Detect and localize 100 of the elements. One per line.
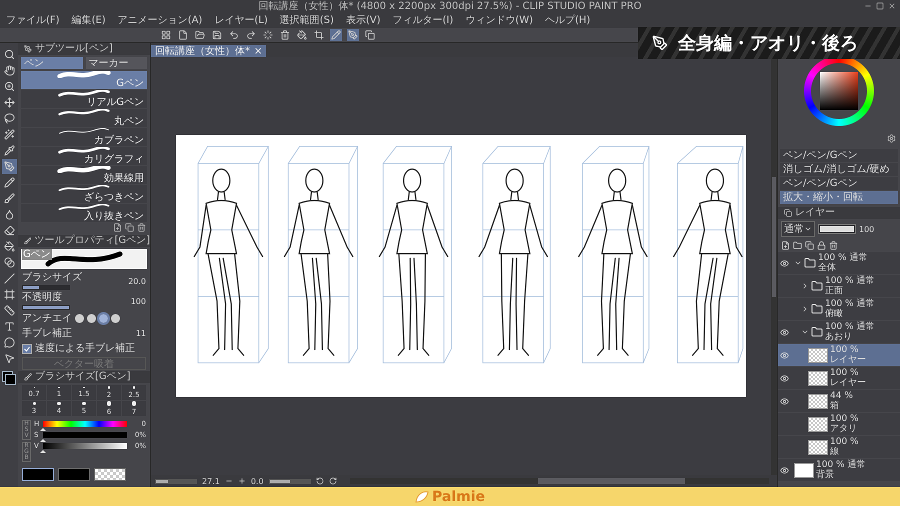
brush-item[interactable]: ざらつきペン xyxy=(21,185,147,203)
menu-item[interactable]: ファイル(F) xyxy=(6,14,60,27)
grid-icon[interactable] xyxy=(160,29,172,41)
eraser-icon[interactable] xyxy=(2,223,16,238)
horizontal-scrollbar[interactable] xyxy=(350,478,769,484)
checkbox[interactable] xyxy=(22,344,32,354)
new-file-icon[interactable] xyxy=(177,29,189,41)
brush-item[interactable]: カリグラフィ xyxy=(21,147,147,165)
color-swatch[interactable] xyxy=(22,468,54,481)
layer-row[interactable]: 100 % 通常 背景 xyxy=(778,459,900,481)
slider-thumb[interactable] xyxy=(40,450,46,453)
history-item[interactable]: ペン/ペン/Gペン xyxy=(780,149,898,162)
caret-icon[interactable] xyxy=(801,282,809,290)
antialias-option[interactable] xyxy=(75,314,84,323)
lock-icon[interactable] xyxy=(817,241,826,250)
hand-icon[interactable] xyxy=(2,63,16,78)
lasso-icon[interactable] xyxy=(2,111,16,126)
crop-icon[interactable] xyxy=(313,29,325,41)
gradient-icon[interactable] xyxy=(2,255,16,270)
eye-icon[interactable] xyxy=(778,258,790,268)
paint-bucket-icon[interactable] xyxy=(2,239,16,254)
eye-icon[interactable] xyxy=(778,350,790,360)
layer-row[interactable]: 100 % レイヤー xyxy=(778,344,900,366)
redo-icon[interactable] xyxy=(245,29,257,41)
zoom-in-icon[interactable] xyxy=(238,477,246,485)
folder-icon[interactable] xyxy=(194,29,206,41)
layer-row[interactable]: 100 % レイヤー xyxy=(778,367,900,389)
brush-item[interactable]: 入り抜きペン xyxy=(21,204,147,222)
move-icon[interactable] xyxy=(2,95,16,110)
antialias-option[interactable] xyxy=(87,314,96,323)
brush-item[interactable]: カブラペン xyxy=(21,128,147,146)
property-value[interactable]: 20.0 xyxy=(128,276,146,286)
rotate-right-icon[interactable] xyxy=(328,477,337,485)
brush-item[interactable]: 丸ペン xyxy=(21,109,147,127)
main-sub-color-icon[interactable] xyxy=(2,371,16,385)
layer-row[interactable]: 100 % 線 xyxy=(778,436,900,458)
rotation-slider[interactable] xyxy=(268,478,311,484)
menu-item[interactable]: ウィンドウ(W) xyxy=(465,14,533,27)
brush-item[interactable]: リアルGペン xyxy=(21,90,147,108)
trash-icon[interactable] xyxy=(137,223,146,232)
layer-row[interactable]: 100 % 通常 正面 xyxy=(778,275,900,297)
folder-icon[interactable] xyxy=(793,241,802,250)
layer-row[interactable]: 100 % 通常 全体 xyxy=(778,252,900,274)
magic-wand-icon[interactable] xyxy=(2,127,16,142)
save-icon[interactable] xyxy=(211,29,223,41)
brush-item[interactable]: Gペン xyxy=(21,71,147,89)
pen-icon[interactable] xyxy=(347,29,359,41)
document-tab[interactable]: 回転講座（女性）体* × xyxy=(151,45,266,57)
spinner-icon[interactable] xyxy=(262,29,274,41)
zoom-slider[interactable] xyxy=(155,478,197,484)
pen-icon[interactable] xyxy=(2,159,16,174)
caret-icon[interactable] xyxy=(794,259,802,267)
property-value[interactable]: 100 xyxy=(130,296,146,306)
menu-item[interactable]: アニメーション(A) xyxy=(118,14,202,27)
copy-icon[interactable] xyxy=(805,241,814,250)
menu-item[interactable]: 表示(V) xyxy=(346,14,381,27)
eye-icon[interactable] xyxy=(778,396,790,406)
property-value[interactable]: 11 xyxy=(136,329,146,338)
settings-icon[interactable] xyxy=(887,134,896,143)
color-swatch[interactable] xyxy=(58,468,90,481)
zoom-value[interactable]: 27.1 xyxy=(202,476,220,486)
copy-icon[interactable] xyxy=(364,29,376,41)
angle-value[interactable]: 0.0 xyxy=(250,476,264,486)
layer-row[interactable]: 100 % アタリ xyxy=(778,413,900,435)
caret-icon[interactable] xyxy=(801,328,809,336)
eye-icon[interactable] xyxy=(778,374,790,382)
close-icon[interactable] xyxy=(888,2,896,10)
menu-item[interactable]: ヘルプ(H) xyxy=(545,14,590,27)
brush-icon[interactable] xyxy=(2,191,16,206)
blend-mode-select[interactable]: 通常 xyxy=(781,221,815,237)
layer-row[interactable]: 100 % 通常 俯瞰 xyxy=(778,298,900,320)
canvas-paper[interactable] xyxy=(176,135,746,397)
pencil-icon[interactable] xyxy=(330,29,342,41)
antialias-option[interactable] xyxy=(111,314,120,323)
undo-icon[interactable] xyxy=(228,29,240,41)
maximize-icon[interactable] xyxy=(876,2,884,10)
tab-close[interactable]: × xyxy=(254,46,262,56)
eye-icon[interactable] xyxy=(778,466,790,474)
trash-icon[interactable] xyxy=(279,29,291,41)
frame-icon[interactable] xyxy=(2,287,16,302)
ruler-icon[interactable] xyxy=(2,303,16,318)
menu-item[interactable]: フィルター(I) xyxy=(392,14,454,27)
color-square[interactable] xyxy=(820,72,858,110)
pencil-icon[interactable] xyxy=(2,175,16,190)
brush-item[interactable]: 効果線用 xyxy=(21,166,147,184)
trash-icon[interactable] xyxy=(829,241,838,250)
layer-row[interactable]: 100 % 通常 あおり xyxy=(778,321,900,343)
paint-bucket-icon[interactable] xyxy=(296,29,308,41)
new-item-icon[interactable] xyxy=(113,223,122,232)
line-icon[interactable] xyxy=(2,271,16,286)
history-item[interactable]: ペン/ペン/Gペン xyxy=(780,177,898,190)
menu-item[interactable]: 選択範囲(S) xyxy=(280,14,334,27)
rotate-left-icon[interactable] xyxy=(316,477,324,485)
menu-item[interactable]: レイヤー(L) xyxy=(214,14,268,27)
slider-track[interactable] xyxy=(22,285,70,290)
history-item[interactable]: 拡大・縮小・回転 xyxy=(780,191,898,204)
layer-row[interactable]: 44 % 箱 xyxy=(778,390,900,412)
eye-icon[interactable] xyxy=(778,328,790,336)
copy-icon[interactable] xyxy=(125,223,134,232)
opacity-value[interactable]: 100 xyxy=(859,224,874,234)
